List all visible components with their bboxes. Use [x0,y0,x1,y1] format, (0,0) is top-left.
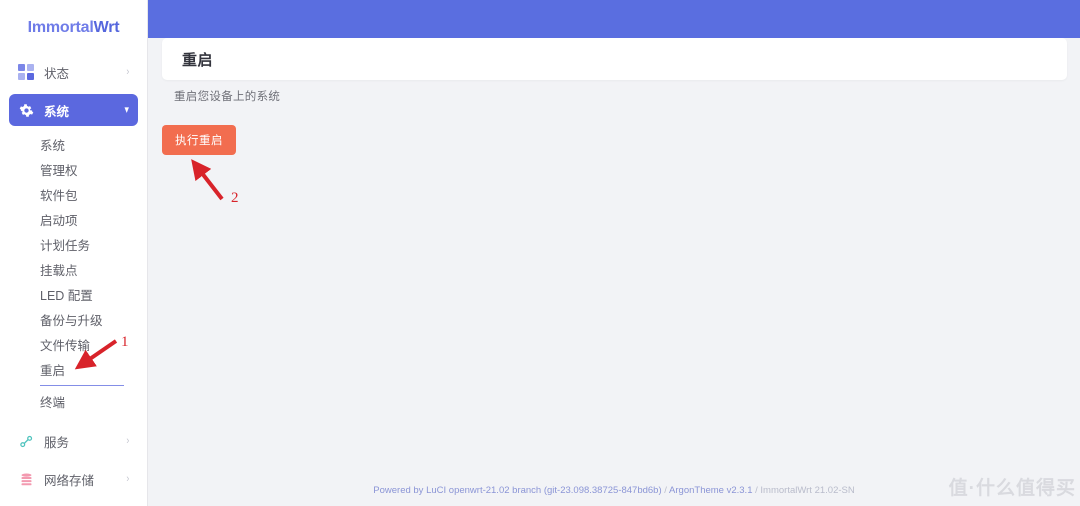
sidebar-subitem-admin[interactable]: 管理权 [9,157,138,182]
sidebar-subitem-led-config[interactable]: LED 配置 [9,282,138,307]
sidebar-subitem-reboot[interactable]: 重启 [9,357,138,382]
footer: Powered by LuCI openwrt-21.02 branch (gi… [148,485,1080,496]
sidebar-subitem-scheduled-tasks[interactable]: 计划任务 [9,232,138,257]
chevron-right-icon: › [126,65,130,78]
chevron-right-icon: › [126,472,130,485]
sidebar-item-network-storage[interactable]: 网络存储 › [9,463,138,495]
sidebar-subitem-startup[interactable]: 启动项 [9,207,138,232]
chevron-down-icon: ▾ [125,103,130,116]
app-root: Immortal Wrt 状态 › 系统 ▾ 系统 管理权 软件包 启动项 计划… [0,0,1080,506]
sidebar-item-system-label: 系统 [44,104,70,119]
sidebar-item-network-storage-label: 网络存储 [44,473,95,488]
sidebar-item-docker[interactable]: Docker › [9,501,138,506]
grid-icon [17,63,35,81]
watermark: 值·什么值得买 [948,478,1076,499]
chevron-right-icon: › [126,434,130,447]
sidebar-nav: 状态 › 系统 ▾ 系统 管理权 软件包 启动项 计划任务 挂载点 LED 配置… [0,56,147,506]
services-icon [17,432,35,450]
sidebar: Immortal Wrt 状态 › 系统 ▾ 系统 管理权 软件包 启动项 计划… [0,0,148,506]
footer-luci-link[interactable]: LuCI openwrt-21.02 branch (git-23.098.38… [426,485,662,496]
page-title: 重启 [182,51,214,69]
sidebar-subitem-terminal[interactable]: 终端 [9,389,138,414]
brand-logo-part2: Wrt [93,19,120,36]
annotation-number-1: 1 [121,334,129,350]
sidebar-subitem-software[interactable]: 软件包 [9,182,138,207]
top-banner [148,0,1080,38]
submenu-divider [40,385,124,386]
storage-icon [17,470,35,488]
sidebar-item-services[interactable]: 服务 › [9,425,138,457]
footer-sep-1: / [661,485,670,496]
sidebar-subitem-mount-points[interactable]: 挂载点 [9,257,138,282]
sidebar-subitem-system[interactable]: 系统 [9,132,138,157]
sidebar-subitem-backup-upgrade[interactable]: 备份与升级 [9,307,138,332]
annotation-number-2: 2 [231,190,239,206]
perform-reboot-button[interactable]: 执行重启 [162,125,236,155]
brand-logo-part1: Immortal [27,19,94,36]
footer-version: ImmortalWrt 21.02-SN [760,485,855,496]
sidebar-item-system[interactable]: 系统 ▾ [9,94,138,126]
footer-prefix: Powered by [373,485,427,496]
page-description: 重启您设备上的系统 [174,91,281,103]
sidebar-item-services-label: 服务 [44,435,70,450]
page-header-card: 重启 [162,38,1067,80]
brand-logo[interactable]: Immortal Wrt [0,0,147,56]
gear-icon [17,101,35,119]
sidebar-submenu-system: 系统 管理权 软件包 启动项 计划任务 挂载点 LED 配置 备份与升级 文件传… [9,132,138,414]
sidebar-subitem-file-transfer[interactable]: 文件传输 [9,332,138,357]
footer-theme-link[interactable]: ArgonTheme v2.3.1 [669,485,752,496]
main-content: 重启 重启您设备上的系统 执行重启 Powered by LuCI openwr… [148,0,1080,506]
sidebar-item-status-label: 状态 [44,66,70,81]
sidebar-item-status[interactable]: 状态 › [9,56,138,88]
